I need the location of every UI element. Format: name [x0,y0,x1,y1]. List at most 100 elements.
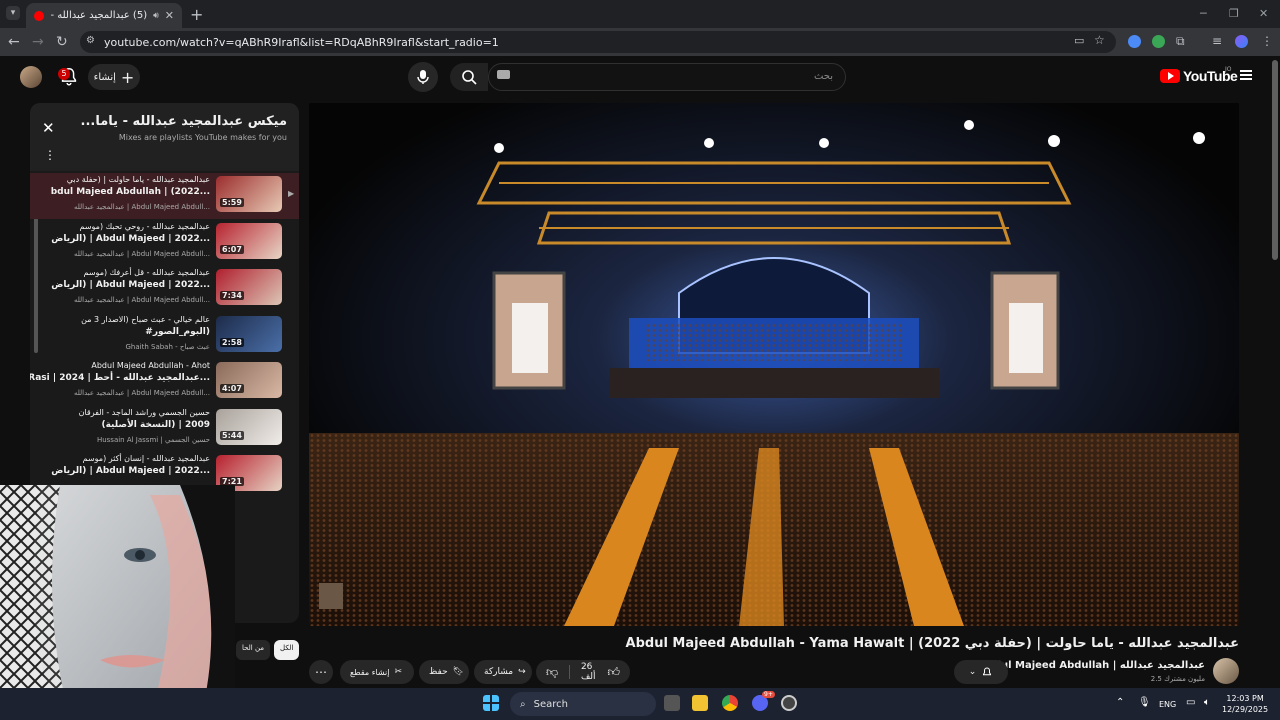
more-actions-icon[interactable]: ⋯ [309,660,333,684]
chevron-down-icon: ⌄ [968,667,977,677]
related-filter-chips: من الحا الكل [236,640,300,670]
clip-label: إنشاء مقطع [350,667,390,677]
tab-close-icon[interactable]: ✕ [165,9,174,22]
bookmark-star-icon[interactable]: ☆ [1094,33,1105,47]
playlist-item-duration: 6:07 [220,244,244,254]
clip-button[interactable]: إنشاء مقطع ✂ [340,660,414,684]
windows-taskbar: ⌕ Search 9+ ⌃ 🎙︎ ENG ▭ 🔈︎ 12:03 PM 12/29… [0,688,1280,720]
maximize-window-icon[interactable]: ❐ [1229,7,1239,20]
tab-search-button[interactable]: ▾ [6,6,20,20]
concert-video-frame [309,103,1239,626]
portrait-overlay-image [0,485,235,720]
taskbar-search-box[interactable]: ⌕ Search [510,692,656,716]
playlist-item-channel: Hussain Al Jassmi | حسين الجسمي [96,435,210,444]
page-scrollbar[interactable] [1272,60,1278,260]
network-icon[interactable]: ▭ [1186,697,1195,708]
browser-toolbar: ← → ↻ ⚙ youtube.com/watch?v=qABhR9Irafl&… [0,28,1280,56]
notification-badge: 5 [58,68,70,80]
country-code: JO [1225,66,1232,73]
search-button[interactable] [450,63,488,91]
tray-mic-icon[interactable]: 🎙︎ [1138,697,1151,708]
audio-playing-icon[interactable]: 🔊︎ [153,11,159,21]
video-player[interactable] [309,103,1239,626]
profile-icon[interactable] [1235,35,1248,48]
playlist-title[interactable]: ميكس عبدالمجيد عبدالله - ياما... [81,114,287,129]
playlist-item-title-line2: #البوم_الصور) [145,326,210,337]
search-icon [462,70,477,85]
playlist-item-duration: 5:59 [220,198,244,207]
plus-icon: + [120,67,135,87]
playlist-item-channel: عبدالمجيد عبدالله | Abdul Majeed Abdull.… [73,203,210,211]
extension-blue-icon[interactable] [1128,35,1141,48]
chip-from-channel[interactable]: من الحا [236,640,271,660]
playlist-item-title-line2: Rasi | 2024 | عبدالمجيد عبدالله - أحط... [30,373,210,383]
new-tab-button[interactable]: + [190,5,203,24]
close-icon[interactable]: ✕ [42,119,55,137]
playlist-item-title-line1: عبدالمجيد عبدالله - ياما حاولت | (حفلة د… [66,175,210,184]
playlist-item[interactable]: 4:07 Abdul Majeed Abdullah - Ahot Rasi | 2… [30,359,299,405]
channel-avatar[interactable] [1213,658,1239,684]
browser-tab-youtube[interactable]: (5) عبدالمجيد عبدالله - ياما حا 🔊︎ ✕ [26,3,182,28]
playlist-item-title-line2: الرياض) | Abdul Majeed | 2022... [51,280,210,290]
subscription-bell-button[interactable]: ⌄ [954,660,1008,684]
reload-icon[interactable]: ↻ [56,34,68,50]
close-window-icon[interactable]: ✕ [1259,7,1268,20]
guide-menu-icon[interactable] [1240,70,1252,80]
site-info-icon[interactable]: ⚙ [86,35,95,46]
task-view-icon[interactable] [664,695,680,711]
playlist-item[interactable]: ▶ 5:59 عبدالمجيد عبدالله - ياما حاولت | (ح… [30,173,299,219]
forward-arrow-icon[interactable]: → [32,34,44,50]
more-options-icon[interactable]: ⋮ [44,148,56,162]
playlist-subtitle: Mixes are playlists YouTube makes for yo… [118,133,287,142]
save-button[interactable]: حفظ 🔖︎ [419,660,469,684]
bookmark-icon: 🔖︎ [452,667,465,677]
playlist-item[interactable]: 2:58 عالم خيالي - عبث صباح (الاصدار 3 من #… [30,313,299,359]
windows-start-icon[interactable] [483,695,499,711]
cast-icon[interactable]: ▭ [1074,34,1084,47]
search-input[interactable]: بحث [488,63,846,91]
playlist-item[interactable]: 5:44 حسين الجسمي وراشد الماجد - الفرقان (ا… [30,406,299,452]
back-arrow-icon[interactable]: ← [8,34,20,50]
taskbar-search-icon: ⌕ [520,698,526,710]
playlist-item-channel: عبدالمجيد عبدالله | Abdul Majeed Abdull.… [73,296,210,304]
playlist-item[interactable]: 6:07 عبدالمجيد عبدالله - روحي تحبك (موسم ا… [30,220,299,266]
address-bar[interactable]: ⚙ youtube.com/watch?v=qABhR9Irafl&list=R… [80,31,1116,53]
share-button[interactable]: مشاركة ↪ [474,660,532,684]
youtube-favicon-icon [34,10,44,21]
youtube-play-logo-icon [1160,69,1180,83]
playlist-item[interactable]: 7:34 عبدالمجيد عبدالله - قل أعرفك (موسم ال… [30,266,299,312]
playlist-item-duration: 2:58 [220,337,244,347]
dislike-icon[interactable]: 👎︎ [546,665,558,680]
now-playing-icon: ▶ [288,189,295,198]
file-explorer-icon[interactable] [692,695,708,711]
minimize-window-icon[interactable]: ─ [1200,7,1207,20]
tray-chevron-icon[interactable]: ⌃ [1116,697,1124,708]
share-arrow-icon: ↪ [518,667,526,677]
extensions-puzzle-icon[interactable]: ⧉ [1176,34,1185,49]
tab-title: (5) عبدالمجيد عبدالله - ياما حا [50,10,148,21]
taskbar-clock[interactable]: 12:03 PM 12/29/2025 [1222,693,1268,715]
account-avatar[interactable] [20,66,42,88]
input-language[interactable]: ENG [1159,700,1176,709]
extension-green-icon[interactable] [1152,35,1165,48]
like-dislike-bar: 👎︎ 26 ألف 👍︎ [536,660,630,684]
playlist-header: ميكس عبدالمجيد عبدالله - ياما... Mixes a… [30,103,299,171]
like-icon[interactable]: 👍︎ [607,665,620,680]
browser-menu-icon[interactable]: ⋮ [1261,34,1273,48]
playlist-item-duration: 4:07 [220,384,244,393]
playlist-item-duration: 7:34 [220,291,244,300]
app-taskbar-icon[interactable] [781,695,797,711]
video-title: عبدالمجيد عبدالله - ياما حاولت | (حفلة د… [625,636,1239,651]
volume-icon[interactable]: 🔈︎ [1204,697,1210,708]
playlist-item-title-line2: bdul Majeed Abdullah | (2022... [50,187,210,197]
chrome-taskbar-icon[interactable] [722,695,738,711]
reading-list-icon[interactable]: ≡ [1212,34,1222,48]
chip-all[interactable]: الكل [274,640,300,660]
playlist-item-channel: Ghaith Sabah - عبث صباح [125,342,211,351]
channel-watermark [319,583,343,609]
voice-search-button[interactable] [408,62,438,92]
url-text: youtube.com/watch?v=qABhR9Irafl&list=RDq… [104,35,499,49]
create-button[interactable]: إنشاء + [88,64,140,90]
keyboard-icon[interactable] [497,70,510,79]
playlist-item-title-line1: عبدالمجيد عبدالله - قل أعرفك (موسم [83,268,210,277]
